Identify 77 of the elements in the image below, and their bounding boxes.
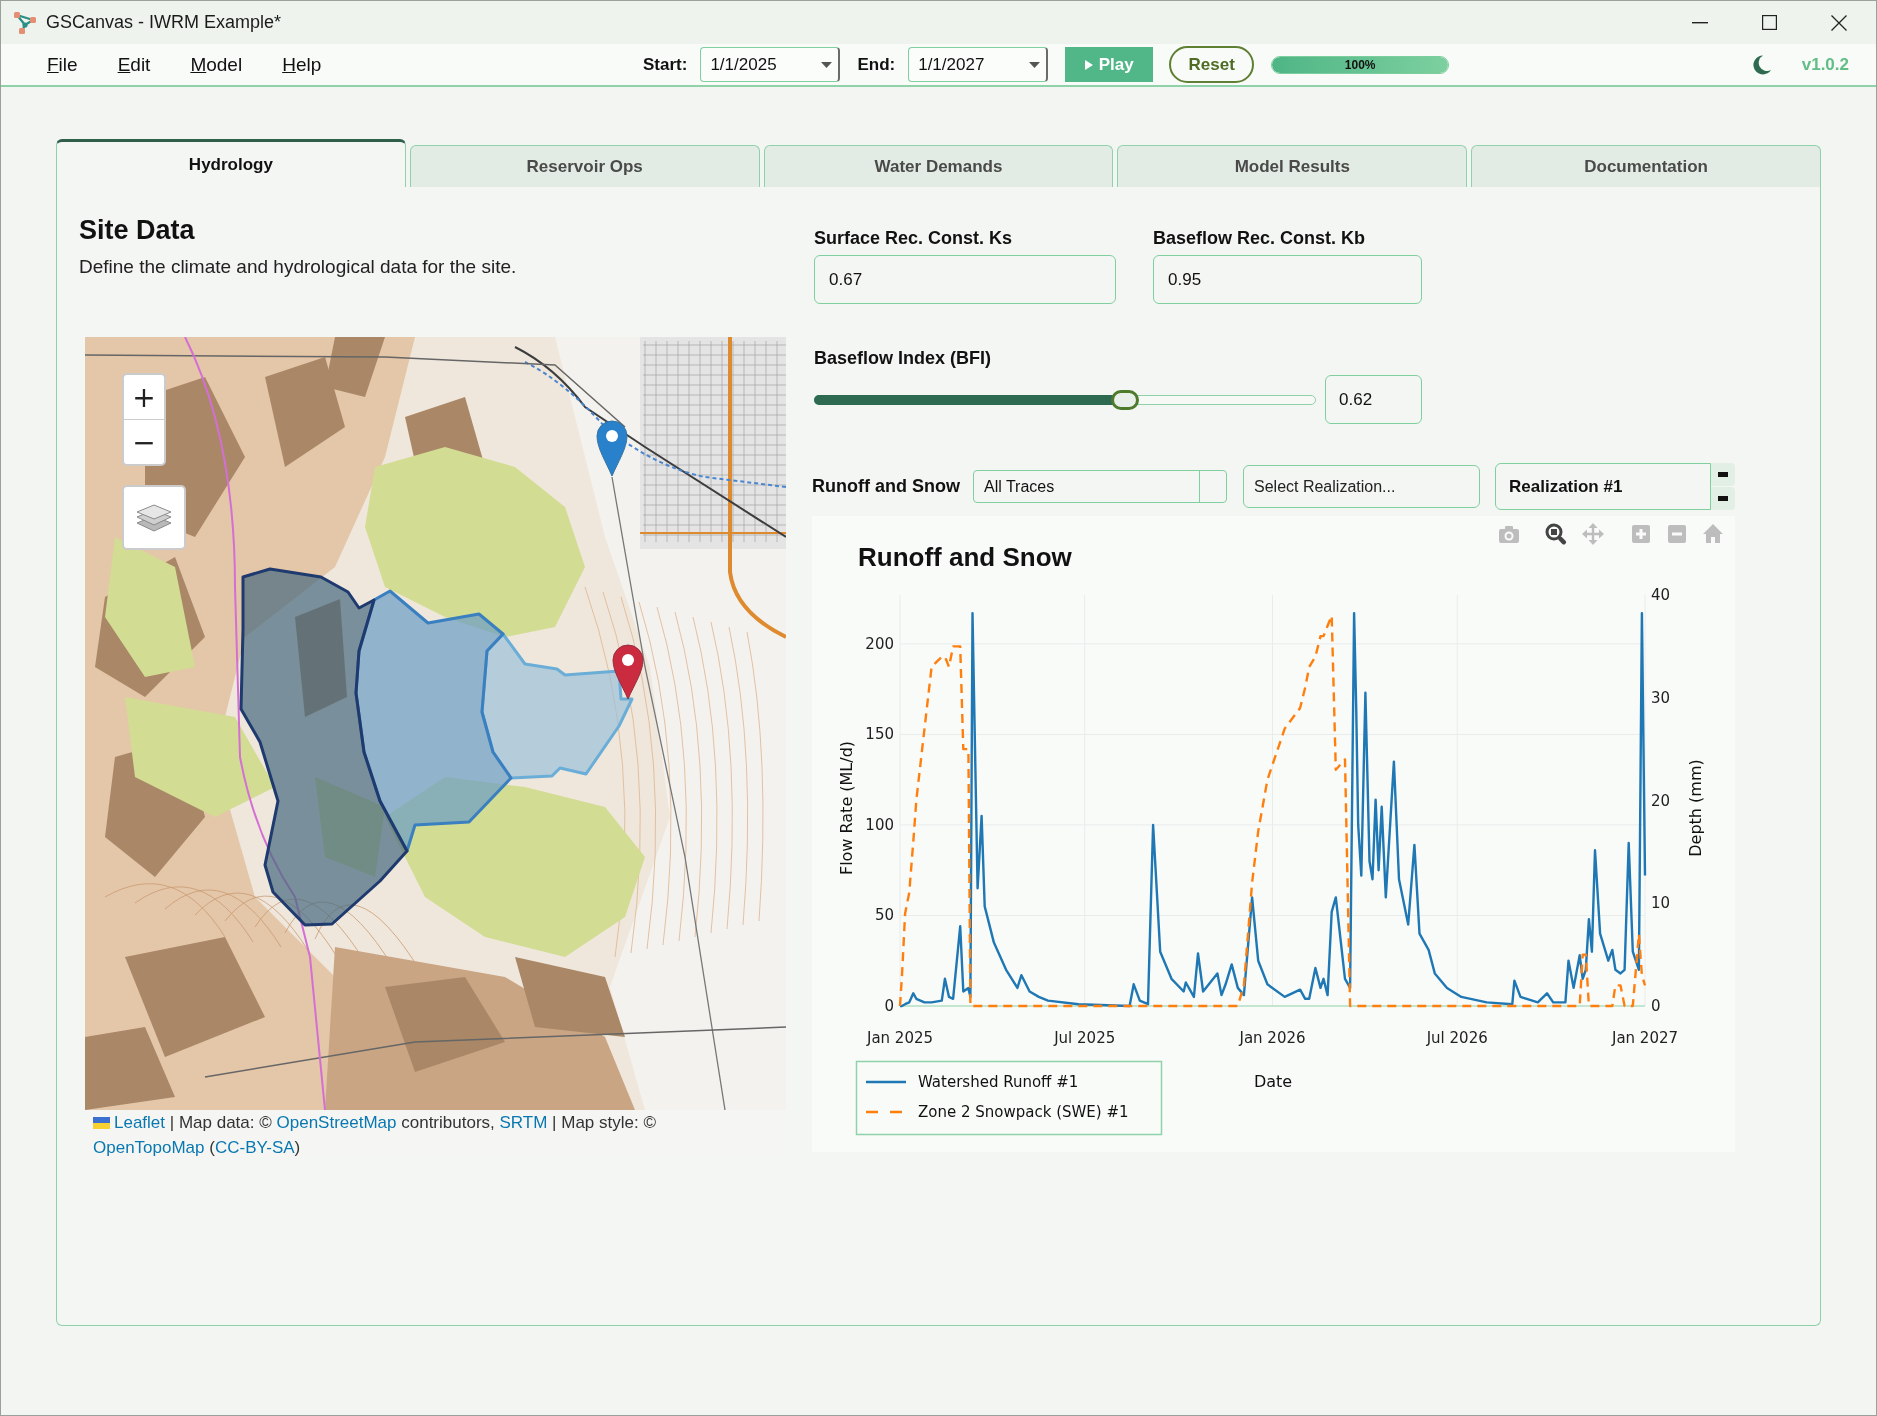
play-icon	[1084, 59, 1093, 70]
close-icon[interactable]	[1831, 14, 1847, 31]
menu-item[interactable]: Help	[282, 52, 322, 77]
y2-axis-tick-label: 30	[1651, 688, 1671, 707]
map-pin-icon[interactable]	[596, 420, 628, 477]
x-axis-title: Date	[1253, 1072, 1293, 1091]
node-graph-icon	[13, 10, 37, 35]
section-title: Site Data	[79, 214, 196, 246]
trace-dropdown[interactable]: All Traces	[973, 470, 1227, 503]
window-title: GSCanvas - IWRM Example*	[46, 12, 282, 33]
legend-label: Zone 2 Snowpack (SWE) #1	[918, 1103, 1129, 1121]
y-axis-tick-label: 0	[884, 997, 894, 1015]
y-axis-tick-label: 100	[865, 815, 894, 834]
caret-icon	[821, 61, 833, 68]
attribution-link[interactable]: SRTM	[499, 1113, 548, 1132]
attribution-link[interactable]: OpenTopoMap	[93, 1138, 205, 1157]
map-pin-icon[interactable]	[612, 644, 644, 700]
attribution-link[interactable]: CC-BY-SA	[214, 1138, 295, 1157]
x-axis-tick-label: Jan 2027	[1611, 1029, 1679, 1047]
number-input[interactable]: 0.67	[814, 255, 1116, 304]
dash-icon	[1718, 496, 1728, 501]
chart-selector-label: Runoff and Snow	[812, 476, 961, 497]
y-axis-tick-label: 50	[874, 906, 894, 925]
y-axis-title: Flow Rate (ML/d)	[836, 740, 856, 876]
attribution-link[interactable]: OpenStreetMap	[276, 1113, 397, 1132]
tab[interactable]: Reservoir Ops	[409, 145, 760, 187]
y-axis-tick-label: 200	[865, 634, 894, 653]
date-field[interactable]: 1/1/2027	[908, 47, 1049, 82]
layers-button[interactable]	[122, 485, 186, 550]
legend-label: Watershed Runoff #1	[918, 1073, 1079, 1091]
spin-up-button[interactable]	[1711, 463, 1735, 486]
tab[interactable]: Water Demands	[763, 145, 1114, 187]
spin-down-button[interactable]	[1711, 487, 1735, 510]
y2-axis-tick-label: 0	[1651, 997, 1661, 1015]
tab[interactable]: Hydrology	[56, 139, 406, 187]
y2-axis-tick-label: 40	[1651, 586, 1671, 604]
layers-icon	[136, 503, 172, 532]
attribution-link[interactable]: Leaflet	[114, 1113, 166, 1132]
version-label: v1.0.2	[1801, 54, 1849, 75]
tab[interactable]: Model Results	[1117, 145, 1468, 187]
minimize-icon[interactable]	[1692, 21, 1708, 24]
slider-track[interactable]	[814, 388, 1316, 411]
number-input[interactable]: 0.62	[1325, 375, 1422, 424]
realization-dropdown[interactable]: Select Realization...	[1243, 465, 1480, 508]
reset-button[interactable]: Reset	[1169, 46, 1255, 83]
field-label: Start:	[643, 54, 688, 75]
maximize-icon[interactable]	[1762, 15, 1777, 30]
x-axis-tick-label: Jan 2025	[866, 1029, 934, 1047]
number-input[interactable]: 0.95	[1153, 255, 1422, 304]
tab[interactable]: Documentation	[1471, 145, 1821, 187]
zoom-out-button[interactable]: −	[124, 419, 164, 464]
x-axis-tick-label: Jan 2026	[1239, 1029, 1306, 1047]
menu-item[interactable]: Edit	[117, 52, 151, 77]
date-field[interactable]: 1/1/2025	[700, 47, 841, 82]
field-label: End:	[857, 54, 896, 75]
y2-axis-tick-label: 10	[1651, 894, 1671, 913]
x-axis-tick-label: Jul 2026	[1426, 1029, 1488, 1047]
moon-icon[interactable]	[1752, 54, 1771, 75]
flag-icon	[93, 1117, 110, 1129]
y2-axis-tick-label: 20	[1651, 791, 1671, 810]
progress-text: 100%	[1344, 58, 1376, 71]
menu-item[interactable]: Model	[190, 52, 243, 77]
dash-icon	[1718, 472, 1728, 477]
zoom-icon[interactable]	[1545, 523, 1567, 546]
y2-axis-title: Depth (mm)	[1685, 759, 1705, 857]
zoom-in-button[interactable]: +	[124, 375, 164, 419]
menu-item[interactable]: File	[47, 52, 78, 77]
field-label: Baseflow Rec. Const. Kb	[1153, 227, 1367, 249]
section-description: Define the climate and hydrological data for the site.	[79, 255, 518, 279]
x-axis-tick-label: Jul 2025	[1054, 1029, 1116, 1047]
realization-spinbox[interactable]: Realization #1	[1495, 463, 1711, 510]
chart-title: Runoff and Snow	[858, 542, 1072, 572]
field-label: Surface Rec. Const. Ks	[814, 227, 1014, 249]
caret-icon	[1029, 61, 1041, 68]
y-axis-tick-label: 150	[865, 725, 894, 744]
field-label: Baseflow Index (BFI)	[814, 347, 993, 369]
slider-thumb[interactable]	[1111, 389, 1140, 410]
